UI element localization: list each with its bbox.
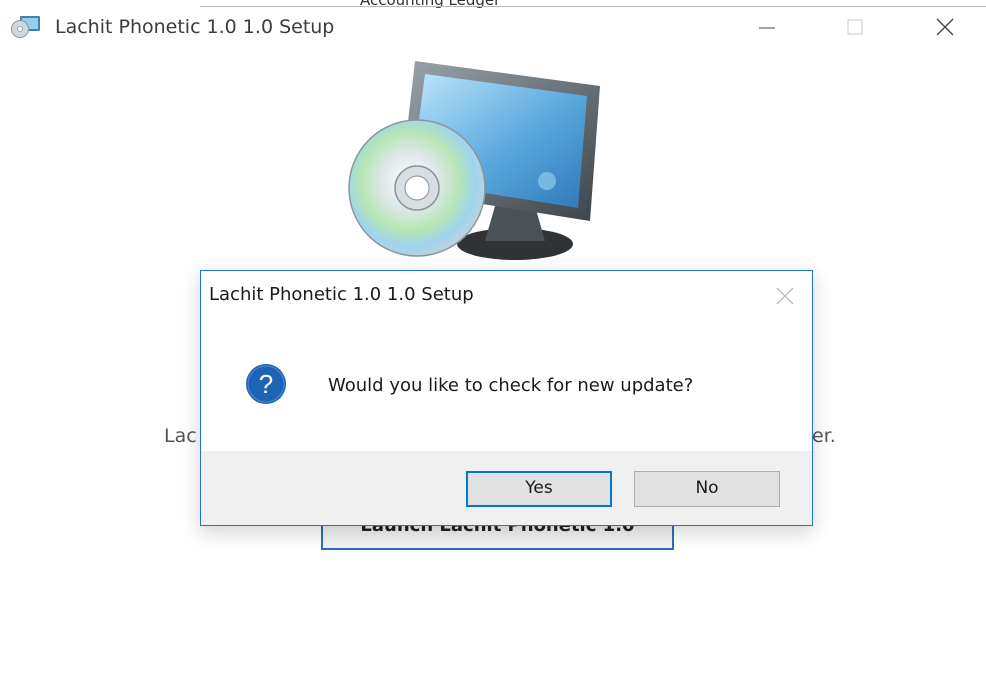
minimize-icon: [759, 27, 775, 29]
minimize-button[interactable]: [738, 8, 796, 46]
setup-app-icon: [11, 16, 40, 38]
installer-graphic-icon: [348, 61, 600, 260]
window-titlebar[interactable]: Lachit Phonetic 1.0 1.0 Setup: [0, 8, 986, 46]
window-title: Lachit Phonetic 1.0 1.0 Setup: [55, 16, 335, 38]
yes-button[interactable]: Yes: [466, 471, 612, 507]
close-icon: [776, 287, 794, 305]
svg-text:?: ?: [259, 369, 273, 399]
update-dialog: Lachit Phonetic 1.0 1.0 Setup ? Would yo…: [200, 270, 813, 526]
dialog-footer: Yes No: [201, 451, 812, 525]
question-icon: ?: [246, 364, 286, 404]
dialog-title: Lachit Phonetic 1.0 1.0 Setup: [209, 284, 474, 305]
dialog-message: Would you like to check for new update?: [328, 375, 694, 396]
divider: [200, 6, 986, 7]
background-text-right: er.: [812, 425, 836, 447]
close-icon: [936, 18, 954, 36]
no-button[interactable]: No: [634, 471, 780, 507]
background-text-left: Lac: [164, 425, 197, 447]
close-button[interactable]: [916, 8, 974, 46]
maximize-icon: [847, 19, 863, 35]
dialog-close-button[interactable]: [765, 279, 805, 313]
maximize-button[interactable]: [826, 8, 884, 46]
